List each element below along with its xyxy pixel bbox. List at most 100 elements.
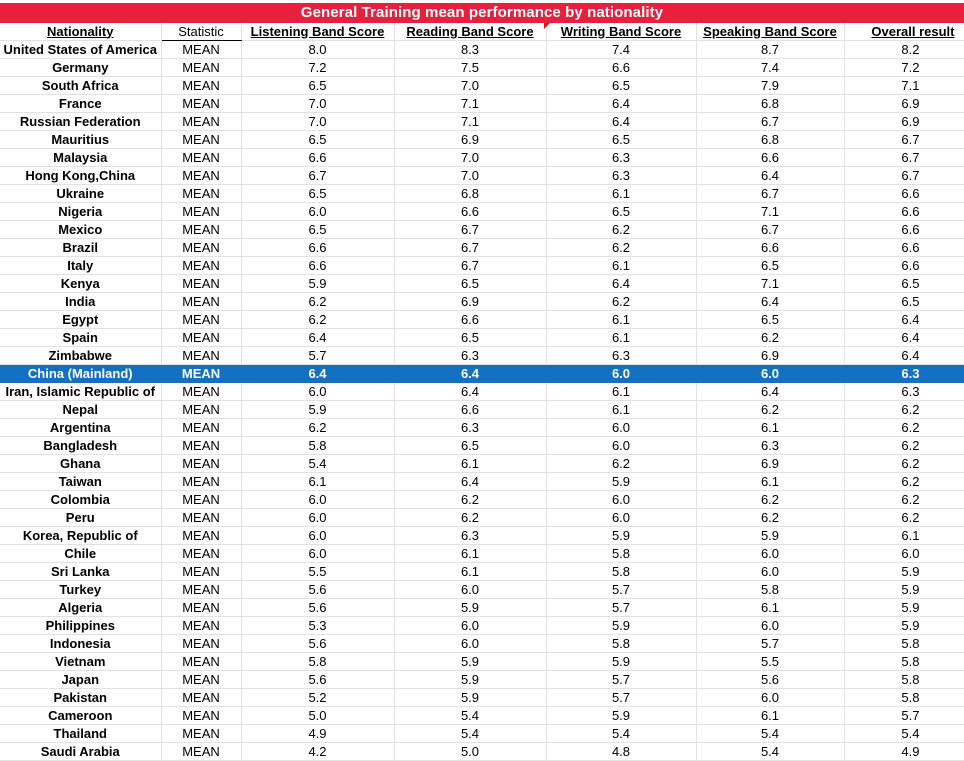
- header-statistic[interactable]: Statistic: [161, 23, 242, 41]
- table-row[interactable]: Ghana MEAN 5.4 6.1 6.2 6.9 6.2: [0, 454, 964, 473]
- cell-reading[interactable]: 6.0: [394, 634, 547, 653]
- cell-overall[interactable]: 6.6: [844, 202, 964, 221]
- cell-reading[interactable]: 7.0: [394, 166, 547, 185]
- cell-writing[interactable]: 5.7: [546, 688, 697, 707]
- cell-statistic[interactable]: MEAN: [161, 526, 242, 545]
- cell-writing[interactable]: 6.3: [546, 166, 697, 185]
- table-row[interactable]: Colombia MEAN 6.0 6.2 6.0 6.2 6.2: [0, 490, 964, 509]
- cell-speaking[interactable]: 6.7: [696, 112, 845, 131]
- table-row[interactable]: Nepal MEAN 5.9 6.6 6.1 6.2 6.2: [0, 400, 964, 419]
- cell-writing[interactable]: 6.5: [546, 130, 697, 149]
- cell-writing[interactable]: 6.5: [546, 202, 697, 221]
- cell-writing[interactable]: 5.7: [546, 580, 697, 599]
- cell-statistic[interactable]: MEAN: [161, 580, 242, 599]
- table-row[interactable]: India MEAN 6.2 6.9 6.2 6.4 6.5: [0, 292, 964, 311]
- cell-overall[interactable]: 5.8: [844, 652, 964, 671]
- cell-statistic[interactable]: MEAN: [161, 382, 242, 401]
- cell-overall[interactable]: 6.4: [844, 328, 964, 347]
- cell-statistic[interactable]: MEAN: [161, 94, 242, 113]
- table-row[interactable]: United States of America MEAN 8.0 8.3 7.4 8.7…: [0, 40, 964, 59]
- cell-speaking[interactable]: 6.5: [696, 256, 845, 275]
- cell-reading[interactable]: 6.1: [394, 562, 547, 581]
- cell-reading[interactable]: 5.4: [394, 706, 547, 725]
- cell-listening[interactable]: 5.2: [241, 688, 395, 707]
- cell-speaking[interactable]: 6.0: [696, 364, 845, 383]
- cell-listening[interactable]: 5.6: [241, 634, 395, 653]
- cell-nationality[interactable]: Nigeria: [0, 202, 162, 221]
- cell-reading[interactable]: 5.9: [394, 652, 547, 671]
- cell-nationality[interactable]: Italy: [0, 256, 162, 275]
- cell-speaking[interactable]: 6.8: [696, 94, 845, 113]
- cell-reading[interactable]: 6.5: [394, 328, 547, 347]
- cell-overall[interactable]: 5.9: [844, 580, 964, 599]
- table-row[interactable]: Peru MEAN 6.0 6.2 6.0 6.2 6.2: [0, 508, 964, 527]
- cell-speaking[interactable]: 8.7: [696, 40, 845, 59]
- header-writing[interactable]: Writing Band Score: [546, 23, 697, 41]
- table-row[interactable]: Vietnam MEAN 5.8 5.9 5.9 5.5 5.8: [0, 652, 964, 671]
- cell-listening[interactable]: 5.6: [241, 580, 395, 599]
- cell-writing[interactable]: 6.1: [546, 382, 697, 401]
- cell-overall[interactable]: 6.3: [844, 364, 964, 383]
- cell-nationality[interactable]: Colombia: [0, 490, 162, 509]
- table-row[interactable]: Indonesia MEAN 5.6 6.0 5.8 5.7 5.8: [0, 634, 964, 653]
- cell-writing[interactable]: 5.9: [546, 652, 697, 671]
- header-listening[interactable]: Listening Band Score: [241, 23, 395, 41]
- cell-writing[interactable]: 6.0: [546, 490, 697, 509]
- cell-overall[interactable]: 6.9: [844, 112, 964, 131]
- cell-speaking[interactable]: 6.0: [696, 544, 845, 563]
- header-nationality[interactable]: Nationality: [0, 23, 162, 41]
- cell-speaking[interactable]: 6.1: [696, 472, 845, 491]
- cell-reading[interactable]: 5.9: [394, 688, 547, 707]
- cell-speaking[interactable]: 6.4: [696, 382, 845, 401]
- table-row[interactable]: Taiwan MEAN 6.1 6.4 5.9 6.1 6.2: [0, 472, 964, 491]
- cell-writing[interactable]: 6.0: [546, 418, 697, 437]
- cell-listening[interactable]: 5.5: [241, 562, 395, 581]
- cell-speaking[interactable]: 5.4: [696, 742, 845, 761]
- table-row[interactable]: Sri Lanka MEAN 5.5 6.1 5.8 6.0 5.9: [0, 562, 964, 581]
- cell-writing[interactable]: 5.9: [546, 472, 697, 491]
- table-row[interactable]: Mauritius MEAN 6.5 6.9 6.5 6.8 6.7: [0, 130, 964, 149]
- cell-speaking[interactable]: 7.1: [696, 274, 845, 293]
- cell-reading[interactable]: 6.9: [394, 292, 547, 311]
- cell-nationality[interactable]: Kenya: [0, 274, 162, 293]
- cell-speaking[interactable]: 6.5: [696, 310, 845, 329]
- cell-listening[interactable]: 6.5: [241, 220, 395, 239]
- cell-speaking[interactable]: 6.2: [696, 328, 845, 347]
- cell-listening[interactable]: 4.9: [241, 724, 395, 743]
- table-row[interactable]: Cameroon MEAN 5.0 5.4 5.9 6.1 5.7: [0, 706, 964, 725]
- cell-nationality[interactable]: Peru: [0, 508, 162, 527]
- cell-reading[interactable]: 7.5: [394, 58, 547, 77]
- table-row[interactable]: Ukraine MEAN 6.5 6.8 6.1 6.7 6.6: [0, 184, 964, 203]
- cell-statistic[interactable]: MEAN: [161, 652, 242, 671]
- cell-nationality[interactable]: Japan: [0, 670, 162, 689]
- cell-listening[interactable]: 6.7: [241, 166, 395, 185]
- cell-listening[interactable]: 5.9: [241, 274, 395, 293]
- cell-writing[interactable]: 4.8: [546, 742, 697, 761]
- cell-writing[interactable]: 6.2: [546, 220, 697, 239]
- cell-listening[interactable]: 6.2: [241, 292, 395, 311]
- cell-overall[interactable]: 5.9: [844, 598, 964, 617]
- header-reading[interactable]: Reading Band Score: [394, 23, 547, 41]
- cell-nationality[interactable]: Turkey: [0, 580, 162, 599]
- cell-writing[interactable]: 6.4: [546, 112, 697, 131]
- cell-reading[interactable]: 6.3: [394, 418, 547, 437]
- cell-overall[interactable]: 6.6: [844, 184, 964, 203]
- cell-overall[interactable]: 6.1: [844, 526, 964, 545]
- cell-listening[interactable]: 6.1: [241, 472, 395, 491]
- cell-nationality[interactable]: Thailand: [0, 724, 162, 743]
- cell-overall[interactable]: 8.2: [844, 40, 964, 59]
- cell-statistic[interactable]: MEAN: [161, 634, 242, 653]
- cell-nationality[interactable]: Egypt: [0, 310, 162, 329]
- cell-statistic[interactable]: MEAN: [161, 166, 242, 185]
- table-row[interactable]: Kenya MEAN 5.9 6.5 6.4 7.1 6.5: [0, 274, 964, 293]
- cell-statistic[interactable]: MEAN: [161, 490, 242, 509]
- table-row[interactable]: Hong Kong,China MEAN 6.7 7.0 6.3 6.4 6.7: [0, 166, 964, 185]
- cell-statistic[interactable]: MEAN: [161, 544, 242, 563]
- cell-reading[interactable]: 6.0: [394, 616, 547, 635]
- cell-overall[interactable]: 6.0: [844, 544, 964, 563]
- table-row[interactable]: Spain MEAN 6.4 6.5 6.1 6.2 6.4: [0, 328, 964, 347]
- cell-listening[interactable]: 5.6: [241, 598, 395, 617]
- cell-statistic[interactable]: MEAN: [161, 742, 242, 761]
- cell-reading[interactable]: 7.1: [394, 112, 547, 131]
- cell-overall[interactable]: 6.2: [844, 490, 964, 509]
